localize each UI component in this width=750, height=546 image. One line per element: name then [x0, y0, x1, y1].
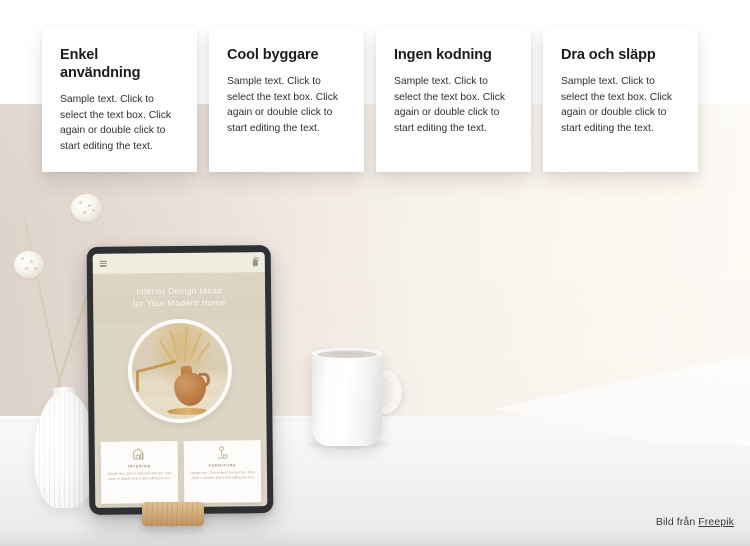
tablet-wooden-stand: [142, 502, 204, 526]
tablet-feature-card[interactable]: FURNITURE Sample text. Click to select t…: [183, 440, 262, 503]
house-interior-icon: [133, 448, 144, 460]
feature-card-title: Dra och släpp: [561, 47, 656, 63]
tablet-feature-card-text: Sample text. Click to select the text bo…: [190, 470, 255, 480]
mug-rim-inner: [317, 351, 377, 358]
tablet-hero-line-1: Interior Design Ideas: [136, 285, 223, 297]
freepik-link[interactable]: Freepik: [698, 516, 734, 528]
vase-body: [34, 392, 96, 508]
feature-card-text: Sample text. Click to select the text bo…: [227, 76, 339, 134]
tablet-site-topbar: [92, 252, 265, 274]
desk-front-shadow: [0, 530, 750, 546]
feature-card-title: Ingen kodning: [394, 47, 492, 63]
shopping-bag-icon[interactable]: [252, 258, 258, 266]
feature-card-title: Cool byggare: [227, 47, 319, 63]
feature-card-dra-och-slapp[interactable]: Dra och släpp Sample text. Click to sele…: [543, 28, 698, 172]
feature-card-ingen-kodning[interactable]: Ingen kodning Sample text. Click to sele…: [376, 28, 531, 172]
feature-card-row: Enkel användning Sample text. Click to s…: [42, 28, 708, 172]
tablet-hero-circle-image: [127, 318, 233, 424]
image-credit-prefix: Bild från: [655, 516, 699, 528]
tablet-feature-card[interactable]: INTERIOR Sample text. Click to select th…: [100, 441, 179, 504]
feature-card-text: Sample text. Click to select the text bo…: [561, 76, 673, 134]
hamburger-menu-icon[interactable]: [99, 260, 107, 267]
flower-bloom: [14, 251, 44, 278]
flower-bloom: [71, 194, 102, 222]
tablet-feature-card-title: INTERIOR: [127, 464, 152, 469]
tablet-feature-card-row: INTERIOR Sample text. Click to select th…: [100, 440, 262, 504]
feature-card-title: Enkel användning: [60, 47, 141, 81]
feature-card-text: Sample text. Click to select the text bo…: [394, 76, 506, 134]
feature-card-enkel-anvandning[interactable]: Enkel användning Sample text. Click to s…: [42, 28, 197, 172]
page-root: Interior Design Ideas for Your Modern Ho…: [0, 0, 750, 546]
tablet-image-bench: [135, 360, 177, 393]
flower-stem: [22, 212, 63, 395]
mug-body: [312, 350, 382, 446]
tablet-feature-card-title: FURNITURE: [208, 463, 237, 468]
image-credit: Bild från Freepik: [656, 516, 734, 528]
lamp-chair-icon: [217, 446, 228, 459]
feature-card-text: Sample text. Click to select the text bo…: [60, 94, 172, 152]
tablet-hero-heading: Interior Design Ideas for Your Modern Ho…: [92, 272, 266, 322]
tablet-feature-card-text: Sample text. Click to select the text bo…: [107, 471, 172, 481]
tablet-screen: Interior Design Ideas for Your Modern Ho…: [92, 252, 268, 508]
coffee-mug: [306, 348, 402, 450]
tablet-hero-line-2: for Your Modern Home: [132, 297, 226, 309]
feature-card-cool-byggare[interactable]: Cool byggare Sample text. Click to selec…: [209, 28, 364, 172]
tablet-device: Interior Design Ideas for Your Modern Ho…: [86, 245, 274, 515]
